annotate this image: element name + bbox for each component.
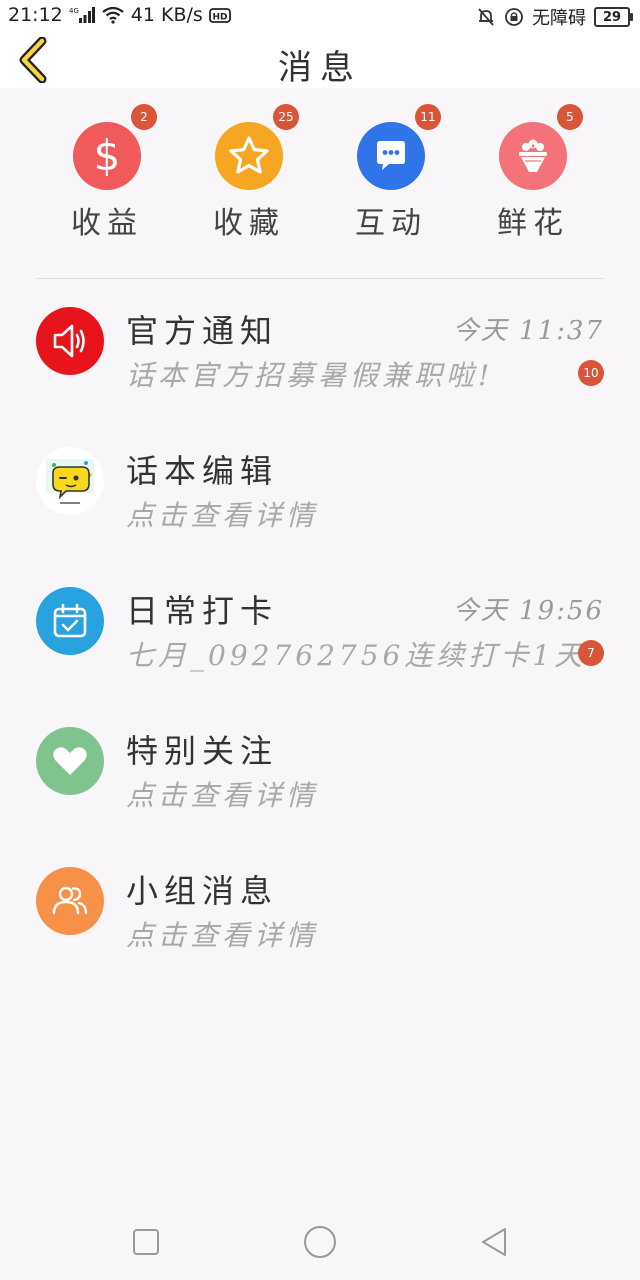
message-preview: 七月_092762756连续打卡1天 bbox=[126, 639, 587, 672]
wifi-icon bbox=[101, 6, 125, 24]
lock-rotation-icon bbox=[504, 7, 524, 27]
unread-badge: 10 bbox=[578, 360, 604, 386]
shortcut-circle: 5 bbox=[499, 104, 583, 190]
network-speed: 41 KB/s bbox=[130, 4, 203, 26]
message-preview: 点击查看详情 bbox=[126, 919, 319, 952]
editor-avatar-icon bbox=[36, 447, 104, 515]
shortcut-circle: $ 2 bbox=[73, 104, 157, 190]
shortcut-label: 收益 bbox=[71, 206, 143, 241]
header: 消息 bbox=[0, 32, 640, 88]
list-item-special-follow[interactable]: 特别关注 点击查看详情 bbox=[0, 710, 640, 850]
divider bbox=[36, 278, 604, 279]
system-nav-bar bbox=[0, 1200, 640, 1280]
page-title: 消息 bbox=[278, 48, 362, 88]
message-title: 官方通知 bbox=[126, 312, 279, 350]
calendar-check-icon bbox=[36, 587, 104, 655]
shortcut-interaction[interactable]: 11 互动 bbox=[336, 104, 446, 242]
status-time: 21:12 bbox=[8, 4, 63, 26]
status-right: 无障碍 29 bbox=[476, 4, 633, 30]
message-list: 官方通知 今天 11:37 话本官方招募暑假兼职啦! 10 话本编辑 点击查看详… bbox=[0, 290, 640, 990]
message-preview: 点击查看详情 bbox=[126, 499, 319, 532]
shortcut-label: 鲜花 bbox=[497, 206, 569, 241]
accessibility-label: 无障碍 bbox=[532, 8, 586, 29]
hd-icon: HD bbox=[208, 6, 231, 24]
shortcut-label: 互动 bbox=[355, 206, 427, 241]
message-title: 小组消息 bbox=[126, 872, 279, 910]
shortcut-circle: 11 bbox=[357, 104, 441, 190]
battery-level: 29 bbox=[602, 9, 622, 25]
message-preview: 话本官方招募暑假兼职啦! bbox=[126, 359, 494, 392]
shortcut-badge: 25 bbox=[273, 104, 299, 130]
shortcut-favorites[interactable]: 25 收藏 bbox=[194, 104, 304, 242]
status-bar: 21:12 4G 41 KB/s HD 无障碍 29 bbox=[0, 0, 640, 32]
shortcut-label: 收藏 bbox=[213, 206, 285, 241]
message-time: 今天 11:37 bbox=[452, 316, 604, 346]
shortcut-row: $ 2 收益 25 收藏 11 互动 5 鲜花 bbox=[0, 88, 640, 278]
dollar-icon: $ bbox=[94, 132, 121, 180]
svg-text:4G: 4G bbox=[69, 7, 79, 15]
shortcut-badge: 5 bbox=[557, 104, 583, 130]
recent-apps-button[interactable] bbox=[126, 1222, 166, 1262]
nav-back-button[interactable] bbox=[474, 1222, 514, 1262]
message-title: 特别关注 bbox=[126, 732, 279, 770]
shortcut-flowers[interactable]: 5 鲜花 bbox=[478, 104, 588, 242]
message-title: 话本编辑 bbox=[126, 452, 279, 490]
triangle-back-icon bbox=[482, 1228, 506, 1256]
square-icon bbox=[133, 1229, 159, 1255]
list-item-official-notice[interactable]: 官方通知 今天 11:37 话本官方招募暑假兼职啦! 10 bbox=[0, 290, 640, 430]
shortcut-badge: 11 bbox=[415, 104, 441, 130]
speaker-icon bbox=[36, 307, 104, 375]
mute-bell-icon bbox=[476, 7, 496, 27]
shortcut-circle: 25 bbox=[215, 104, 299, 190]
list-item-editor[interactable]: 话本编辑 点击查看详情 bbox=[0, 430, 640, 570]
shortcut-earnings[interactable]: $ 2 收益 bbox=[52, 104, 162, 242]
shortcut-badge: 2 bbox=[131, 104, 157, 130]
battery-indicator: 29 bbox=[594, 7, 633, 27]
list-item-group-messages[interactable]: 小组消息 点击查看详情 bbox=[0, 850, 640, 990]
message-time: 今天 19:56 bbox=[452, 596, 604, 626]
message-title: 日常打卡 bbox=[126, 592, 279, 630]
star-icon bbox=[229, 136, 269, 174]
circle-icon bbox=[304, 1226, 336, 1258]
flower-bouquet-icon bbox=[519, 139, 547, 172]
status-left: 21:12 4G 41 KB/s HD bbox=[8, 4, 231, 26]
unread-badge: 7 bbox=[578, 640, 604, 666]
signal-icon: 4G bbox=[69, 6, 95, 24]
heart-icon bbox=[36, 727, 104, 795]
home-button[interactable] bbox=[300, 1222, 340, 1262]
group-icon bbox=[36, 867, 104, 935]
message-preview: 点击查看详情 bbox=[126, 779, 319, 812]
svg-text:HD: HD bbox=[212, 13, 227, 23]
chat-icon bbox=[377, 141, 405, 170]
svg-text:$: $ bbox=[94, 132, 121, 180]
list-item-daily-checkin[interactable]: 日常打卡 今天 19:56 七月_092762756连续打卡1天 7 bbox=[0, 570, 640, 710]
